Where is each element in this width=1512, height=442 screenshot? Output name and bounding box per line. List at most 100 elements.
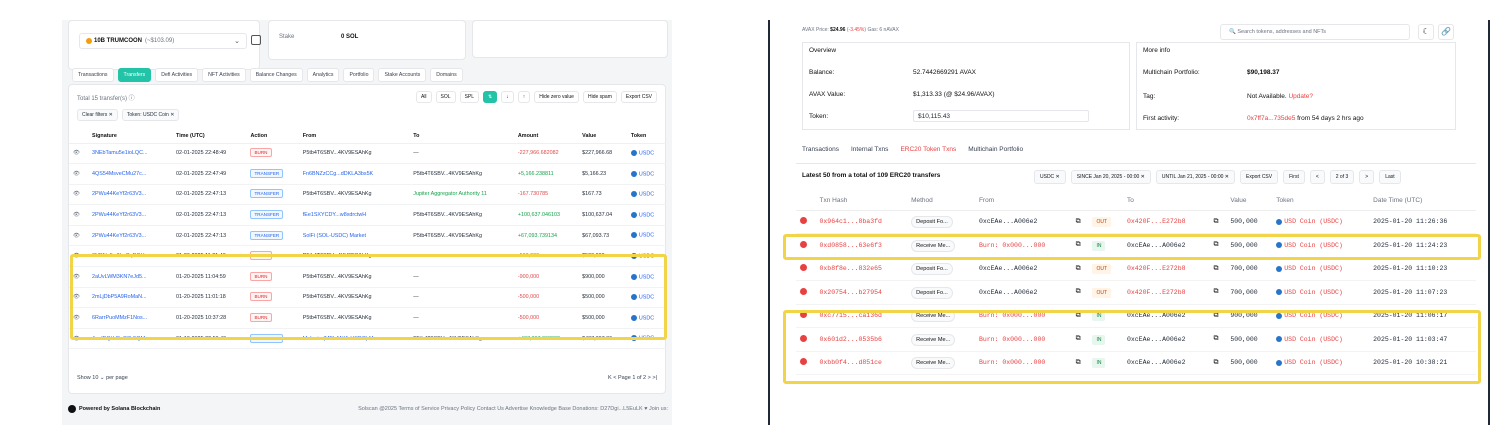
token-cell[interactable]: USD Coin (USDC) bbox=[1272, 257, 1370, 281]
table-row: 👁 2PWu44KeYf2r63V3... 02-01-2025 22:47:13 T… bbox=[69, 184, 667, 206]
to-cell[interactable]: 0x420F...E272b8 bbox=[1122, 210, 1210, 234]
tab-stake-accounts[interactable]: Stake Accounts bbox=[378, 68, 427, 82]
to-cell[interactable]: P5tb4T6SBV...4KV9ESAhKg bbox=[409, 163, 514, 185]
signature-link[interactable]: 3NEbTamu5e1ioLQC... bbox=[88, 143, 173, 165]
rfilter-chip-0[interactable]: USDC ✕ bbox=[1034, 170, 1066, 184]
filter-all[interactable]: All bbox=[415, 91, 432, 103]
col-to: To bbox=[409, 129, 514, 144]
to-cell[interactable]: P5tb4T6SBV...4KV9ESAhKg bbox=[409, 204, 514, 226]
token-cell[interactable]: USDC bbox=[626, 143, 667, 165]
from-cell[interactable]: 0xcEAe...A006e2 bbox=[974, 257, 1072, 281]
direction-badge: OUT bbox=[1092, 287, 1112, 298]
rfilter-chip-1[interactable]: SINCE Jan 20, 2025 - 00:00 ✕ bbox=[1070, 170, 1151, 184]
from-cell[interactable]: fEe1SXYCDY...w8xdrctwH bbox=[298, 204, 410, 226]
filter-in-icon[interactable]: ↓ bbox=[501, 91, 514, 103]
from-cell[interactable]: P5tb4T6SBV...4KV9ESAhKg bbox=[298, 143, 410, 165]
hide-spam-toggle[interactable]: Hide spam bbox=[582, 91, 617, 103]
rtab-erc20-token-txns[interactable]: ERC20 Token Txns bbox=[900, 146, 956, 153]
from-cell[interactable]: SolFi (SOL-USDC) Market bbox=[298, 225, 410, 247]
from-cell[interactable]: Fn6BNZzCCg...dDKLA3bs5K bbox=[298, 163, 410, 185]
export-csv-button[interactable]: Export CSV bbox=[620, 91, 657, 103]
from-cell[interactable]: 0xcEAe...A006e2 bbox=[974, 210, 1072, 234]
signature-link[interactable]: 2PWu44KeYf2r63V3... bbox=[88, 184, 173, 206]
copy-icon[interactable]: ⧉ bbox=[1209, 257, 1227, 281]
txn-hash-link[interactable]: 0xb8f8e...832e65 bbox=[815, 257, 908, 281]
direction-badge: OUT bbox=[1092, 217, 1112, 228]
page-size-select[interactable]: Show 10 ⌄ per page bbox=[77, 375, 128, 381]
filter-both-icon[interactable]: ⇅ bbox=[483, 91, 498, 103]
search-input[interactable]: 🔍 Search tokens, addresses and NFTs bbox=[1220, 24, 1410, 40]
tab-nft-activities[interactable]: NFT Activities bbox=[202, 68, 246, 82]
from-cell[interactable]: 0xcEAe...A006e2 bbox=[974, 280, 1072, 305]
tab-analytics[interactable]: Analytics bbox=[306, 68, 340, 82]
clear-filters-chip[interactable]: Clear filters ✕ bbox=[77, 109, 118, 121]
copy-icon[interactable]: ⧉ bbox=[1209, 210, 1227, 234]
rtab-bar: Transactions Internal Txns ERC20 Token Txn… bbox=[802, 146, 1023, 153]
pagination[interactable]: K < Page 1 of 2 > >| bbox=[608, 375, 657, 381]
token-cell[interactable]: USDC bbox=[626, 163, 667, 185]
rfilter-chip-7[interactable]: > bbox=[1359, 170, 1375, 184]
eye-icon[interactable]: 👁 bbox=[69, 163, 89, 185]
tab-portfolio[interactable]: Portfolio bbox=[343, 68, 375, 82]
rfilter-chip-6[interactable]: 2 of 3 bbox=[1329, 170, 1355, 184]
token-cell[interactable]: USD Coin (USDC) bbox=[1272, 280, 1370, 305]
tab-balance-changes[interactable]: Balance Changes bbox=[249, 68, 303, 82]
token-filter-chip[interactable]: Token: USDC Coin ✕ bbox=[121, 109, 180, 121]
eye-icon[interactable]: 👁 bbox=[69, 143, 89, 165]
first-tx-link[interactable]: 0x7ff7a...735de5 bbox=[1247, 115, 1295, 122]
txn-hash-link[interactable]: 0x964c1...8ba3fd bbox=[815, 210, 908, 234]
footer-links[interactable]: Solscan @2025 Terms of Service Privacy P… bbox=[358, 406, 668, 412]
copy-icon[interactable]: ⧉ bbox=[1071, 257, 1089, 281]
to-cell[interactable]: — bbox=[409, 143, 514, 165]
token-cell[interactable]: USDC bbox=[626, 184, 667, 206]
filter-sol[interactable]: SOL bbox=[435, 91, 456, 103]
from-cell[interactable]: P5tb4T6SBV...4KV9ESAhKg bbox=[298, 184, 410, 206]
copy-icon[interactable] bbox=[251, 35, 261, 45]
tag-update-link[interactable]: Update? bbox=[1288, 93, 1313, 100]
to-cell[interactable]: Jupiter Aggregator Authority 11 bbox=[409, 184, 514, 206]
rfilter-chip-3[interactable]: Export CSV bbox=[1239, 170, 1279, 184]
token-name: USDC bbox=[638, 150, 655, 157]
datetime-cell: 2025-01-20 11:26:36 bbox=[1369, 210, 1476, 234]
copy-icon[interactable]: ⧉ bbox=[1209, 280, 1227, 305]
to-cell[interactable]: 0x420F...E272b8 bbox=[1122, 280, 1210, 305]
highlight-box bbox=[783, 234, 1481, 260]
hide-zero-toggle[interactable]: Hide zero value bbox=[534, 91, 579, 103]
rfilter-chip-5[interactable]: < bbox=[1309, 170, 1325, 184]
token-cell[interactable]: USDC bbox=[626, 204, 667, 226]
rfilter-chip-8[interactable]: Last bbox=[1379, 170, 1401, 184]
solana-logo-icon bbox=[68, 405, 76, 413]
rtab-internal-txns[interactable]: Internal Txns bbox=[851, 146, 888, 153]
link-icon[interactable]: 🔗 bbox=[1438, 24, 1454, 40]
filter-spl[interactable]: SPL bbox=[459, 91, 480, 103]
to-cell[interactable]: 0x420F...E272b8 bbox=[1122, 257, 1210, 281]
tab-transfers[interactable]: Transfers bbox=[117, 68, 152, 82]
eye-icon[interactable]: 👁 bbox=[69, 184, 89, 206]
rtab-multichain-portfolio[interactable]: Multichain Portfolio bbox=[968, 146, 1023, 153]
rtab-transactions[interactable]: Transactions bbox=[802, 146, 839, 153]
highlight-box bbox=[783, 310, 1481, 384]
to-cell[interactable]: P5tb4T6SBV...4KV9ESAhKg bbox=[409, 225, 514, 247]
value-cell: $67,093.73 bbox=[578, 225, 627, 247]
token-cell[interactable]: USD Coin (USDC) bbox=[1272, 210, 1370, 234]
rfilter-chip-4[interactable]: First bbox=[1283, 170, 1305, 184]
signature-link[interactable]: 4QS54MsveCMu27c... bbox=[88, 163, 173, 185]
tab-domains[interactable]: Domains bbox=[430, 68, 463, 82]
token-cell[interactable]: USDC bbox=[626, 225, 667, 247]
token-select[interactable]: 10B TRUMCOON (~$103.09) ⌄ bbox=[79, 33, 247, 49]
copy-icon[interactable]: ⧉ bbox=[1071, 280, 1089, 305]
tab-transactions[interactable]: Transactions bbox=[72, 68, 114, 82]
txn-hash-link[interactable]: 0x20754...b27954 bbox=[815, 280, 908, 305]
filter-out-icon[interactable]: ↑ bbox=[517, 91, 531, 103]
overview-card: Overview Balance: 52.7442669291 AVAX AVA… bbox=[802, 42, 1130, 130]
rfilter-chip-2[interactable]: UNTIL Jan 21, 2025 - 00:00 ✕ bbox=[1155, 170, 1235, 184]
dark-mode-icon[interactable]: ☾ bbox=[1418, 24, 1434, 40]
copy-icon[interactable]: ⧉ bbox=[1071, 210, 1089, 234]
signature-link[interactable]: 2PWu44KeYf2r63V3... bbox=[88, 225, 173, 247]
token-name: USDC bbox=[638, 171, 655, 178]
tab-defi-activities[interactable]: Defi Activities bbox=[155, 68, 199, 82]
token-dropdown[interactable]: $10,115.43 bbox=[913, 110, 1089, 122]
signature-link[interactable]: 2PWu44KeYf2r63V3... bbox=[88, 204, 173, 226]
eye-icon[interactable]: 👁 bbox=[69, 225, 89, 247]
eye-icon[interactable]: 👁 bbox=[69, 204, 89, 226]
